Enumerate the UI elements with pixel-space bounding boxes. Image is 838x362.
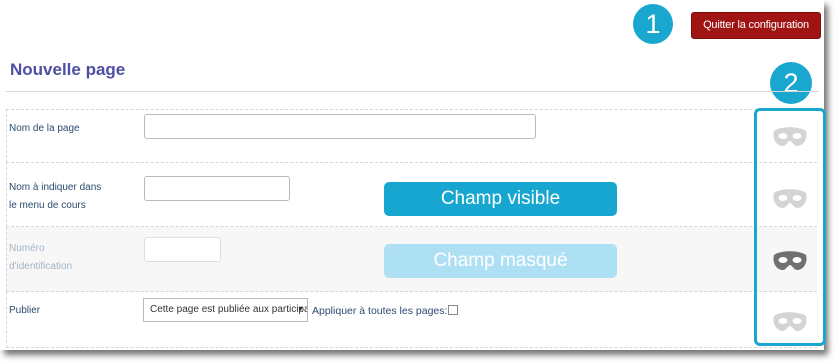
title-divider (6, 91, 819, 92)
mask-icon[interactable] (772, 188, 808, 210)
callout-marker-1: 1 (633, 4, 673, 44)
id-number-label-line2: d'identification (9, 261, 73, 272)
form-row-publish: Publier (6, 292, 817, 348)
visible-field-badge: Champ visible (384, 182, 617, 216)
mask-icon[interactable] (772, 250, 808, 272)
publish-select[interactable]: Cette page est publiée aux participants … (143, 298, 308, 322)
apply-all-pages-label: Appliquer à toutes les pages: (312, 305, 448, 317)
dropdown-arrow-icon: ▼ (297, 306, 304, 313)
page-name-input[interactable] (144, 114, 536, 139)
id-number-label-line1: Numéro (9, 243, 45, 254)
publish-select-value: Cette page est publiée aux participants (150, 304, 308, 315)
quit-configuration-button[interactable]: Quitter la configuration (691, 12, 821, 39)
publish-label: Publier (9, 305, 41, 316)
menu-name-label-line1: Nom à indiquer dans (9, 182, 102, 193)
page-name-label: Nom de la page (9, 123, 80, 134)
apply-all-pages: Appliquer à toutes les pages: (312, 305, 459, 317)
menu-name-input[interactable] (144, 176, 290, 201)
page-title: Nouvelle page (10, 60, 126, 79)
mask-icon[interactable] (772, 126, 808, 148)
menu-name-label-line2: le menu de cours (9, 200, 86, 211)
hidden-field-badge: Champ masqué (384, 244, 617, 278)
callout-marker-2: 2 (770, 62, 812, 104)
apply-all-pages-checkbox[interactable] (448, 305, 459, 315)
id-number-input[interactable] (144, 237, 221, 262)
mask-icon[interactable] (772, 311, 808, 333)
config-panel: 1 Quitter la configuration Nouvelle page… (0, 0, 826, 350)
